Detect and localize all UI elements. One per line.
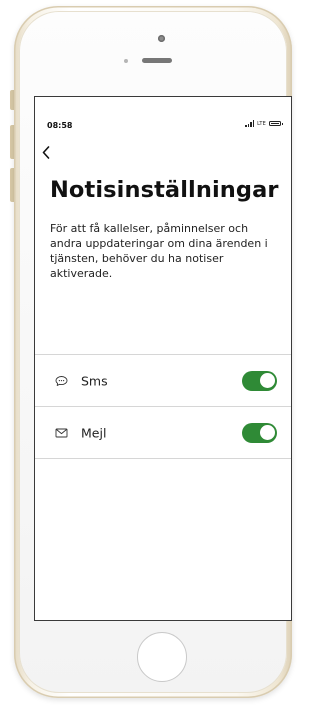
toggle-knob: [259, 373, 275, 388]
setting-row-sms: Sms: [35, 355, 291, 407]
page-title: Notisinställningar: [50, 177, 279, 203]
setting-label-sms: Sms: [81, 373, 108, 388]
envelope-icon: [55, 428, 68, 438]
earpiece-speaker: [142, 58, 172, 63]
back-button[interactable]: [39, 143, 53, 161]
status-bar: 08:58 LTE: [35, 97, 291, 137]
status-time: 08:58: [47, 121, 73, 130]
sms-toggle[interactable]: [242, 370, 277, 391]
mejl-toggle[interactable]: [242, 422, 277, 443]
network-type: LTE: [257, 120, 266, 127]
setting-row-mejl: Mejl: [35, 407, 291, 459]
device-mockup: 08:58 LTE Notisinställningar För att få …: [0, 0, 297, 705]
chevron-left-icon: [42, 145, 50, 159]
toggle-knob: [259, 425, 275, 440]
status-indicators: LTE: [245, 120, 283, 127]
battery-icon: [269, 121, 283, 126]
chat-bubble-icon: [55, 375, 68, 386]
signal-icon: [245, 120, 255, 127]
home-button[interactable]: [137, 632, 187, 682]
setting-label-mejl: Mejl: [81, 425, 107, 440]
phone-screen: 08:58 LTE Notisinställningar För att få …: [34, 96, 292, 621]
proximity-sensor: [124, 59, 128, 63]
notification-settings-list: Sms Mejl: [35, 354, 291, 459]
front-camera: [158, 35, 165, 42]
intro-text: För att få kallelser, påminnelser och an…: [50, 222, 268, 280]
